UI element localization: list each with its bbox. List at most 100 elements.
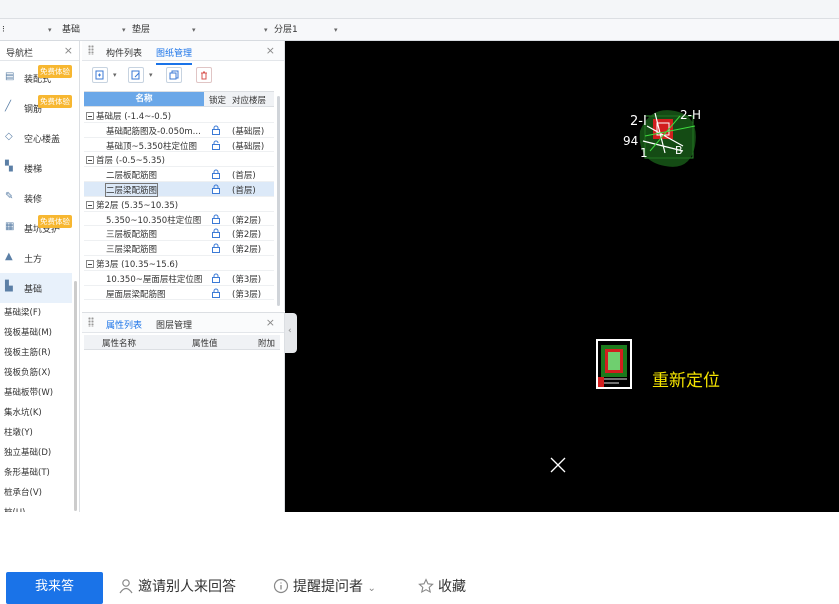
drawing-floor: (基础层) [232, 141, 265, 152]
lock-icon[interactable] [211, 184, 221, 194]
lock-icon[interactable] [211, 169, 221, 180]
nav-sub-item[interactable]: 桩承台(V) [0, 483, 80, 503]
sidebar-item-label: 楼梯 [24, 165, 43, 175]
tab-property-list[interactable]: 属性列表 [106, 318, 143, 337]
close-icon[interactable]: × [64, 44, 73, 57]
sidebar-item-label: 土方 [24, 255, 43, 265]
close-icon[interactable]: × [266, 316, 275, 329]
sidebar-item-3[interactable]: ▚ 楼梯 [0, 153, 72, 183]
drawing-name: 基础顶~5.350柱定位图 [106, 141, 197, 152]
collapse-icon[interactable] [86, 156, 94, 165]
nav-sub-item[interactable]: 集水坑(K) [0, 403, 80, 423]
nav-title: 导航栏 [6, 49, 34, 59]
sidebar-item-5[interactable]: ▦ 基坑支护 免费体验 [0, 213, 72, 243]
close-icon[interactable]: × [266, 44, 275, 57]
nav-sub-item[interactable]: 桩(U) [0, 503, 80, 512]
remind-asker-button[interactable]: 提醒提问者 ⌄ [273, 576, 376, 596]
drawing-floor: (第2层) [232, 215, 262, 226]
drawing-canvas[interactable]: 2-I 94 1 2-H B [285, 41, 839, 512]
grip-icon[interactable] [88, 45, 94, 55]
panel-scrollbar[interactable] [277, 96, 280, 306]
collapse-icon[interactable] [86, 112, 94, 120]
drawing-row[interactable]: 10.350~屋面层柱定位图 (第3层) [84, 271, 274, 286]
invite-answer-button[interactable]: 邀请别人来回答 [118, 576, 236, 596]
col-lock: 锁定 [209, 96, 227, 106]
property-panel: 属性列表 图层管理 × 属性名称 属性值 附加 [82, 312, 285, 512]
panel-collapse-handle[interactable]: ‹ [285, 313, 297, 353]
drawing-floor: (第2层) [232, 230, 262, 241]
sidebar-item-6[interactable]: ▲ 土方 [0, 243, 72, 273]
floor-select-category[interactable]: ▾ 基础 [48, 23, 128, 37]
nav-sub-item[interactable]: 基础梁(F) [0, 303, 80, 323]
star-icon [418, 578, 434, 594]
floor-group-title: 第2层 (5.35~10.35) [96, 200, 179, 211]
sidebar-item-label: 基础 [24, 285, 43, 295]
floor-select-category-value: 基础 [62, 25, 81, 35]
drawing-name: 屋面层梁配筋图 [106, 289, 166, 300]
floor-group-row[interactable]: 基础层 (-1.4~-0.5) [84, 108, 274, 123]
nav-sub-item[interactable]: 筏板负筋(X) [0, 363, 80, 383]
tab-drawing-management[interactable]: 图纸管理 [156, 46, 193, 65]
floor-group-row[interactable]: 首层 (-0.5~5.35) [84, 152, 274, 168]
delete-icon[interactable] [196, 67, 212, 83]
answer-button[interactable]: 我来答 [6, 572, 103, 604]
nav-item-icon: ▦ [5, 221, 15, 232]
drawing-row[interactable]: 5.350~10.350柱定位图 (第2层) [84, 212, 274, 227]
drawing-row[interactable]: 二层板配筋图 (首层) [84, 167, 274, 182]
sidebar-item-4[interactable]: ✎ 装修 [0, 183, 72, 213]
tab-component-list[interactable]: 构件列表 [106, 46, 142, 59]
col-property-extra: 附加 [258, 339, 276, 349]
nav-scrollbar[interactable] [74, 281, 77, 511]
chevron-down-icon[interactable]: ▾ [113, 71, 117, 79]
sidebar-item-2[interactable]: ◇ 空心楼盖 [0, 123, 72, 153]
free-trial-badge: 免费体验 [38, 215, 72, 228]
nav-header: 导航栏 × [0, 41, 79, 61]
floor-group-row[interactable]: 第2层 (5.35~10.35) [84, 197, 274, 212]
chevron-down-icon[interactable]: ▾ [149, 71, 153, 79]
drawing-row[interactable]: 基础配筋图及-0.050m... (基础层) [84, 123, 274, 138]
tab-layer-management[interactable]: 图层管理 [156, 318, 192, 331]
floor-select-layer[interactable]: ▾ 分层1 ▾ [264, 23, 344, 37]
nav-sub-item[interactable]: 柱墩(Y) [0, 423, 80, 443]
lock-icon[interactable] [211, 125, 221, 135]
nav-sub-list: 基础梁(F) 筏板基础(M) 筏板主筋(R) 筏板负筋(X) 基础板带(W) 集水坑(K)… [0, 303, 80, 512]
nav-sub-item[interactable]: 条形基础(T) [0, 463, 80, 483]
drawing-row[interactable]: 基础顶~5.350柱定位图 (基础层) [84, 138, 274, 153]
drawing-row[interactable]: 三层板配筋图 (第2层) [84, 226, 274, 242]
collapse-icon[interactable] [86, 259, 94, 268]
add-drawing-icon[interactable] [92, 67, 108, 83]
close-icon[interactable] [549, 456, 567, 474]
sidebar-item-0[interactable]: ▤ 装配式 免费体验 [0, 63, 72, 93]
lock-icon[interactable] [211, 288, 221, 298]
nav-sub-item[interactable]: 独立基础(D) [0, 443, 80, 463]
drawing-name: 二层板配筋图 [106, 171, 158, 182]
lock-icon[interactable] [211, 228, 221, 239]
lock-icon[interactable] [211, 273, 221, 283]
nav-item-icon: ▤ [5, 71, 15, 82]
lock-icon[interactable] [211, 214, 221, 224]
drawing-panel: 构件列表 图纸管理 × ▾ ▾ 名称 锁定 对应楼层 基础层 (-1.4~-0.… [82, 41, 285, 311]
edit-drawing-icon[interactable] [128, 67, 144, 83]
floor-group-row[interactable]: 第3层 (10.35~15.6) [84, 256, 274, 271]
drawing-row[interactable]: 二层梁配筋图 (首层) [84, 181, 274, 197]
collapse-icon[interactable] [86, 200, 94, 209]
floor-select-component[interactable]: ▾ 垫层 ▾ [122, 23, 202, 37]
cad-drawing-thumbnail[interactable] [596, 339, 632, 389]
drawing-row[interactable]: 屋面层梁配筋图 (第3层) [84, 286, 274, 301]
collect-button[interactable]: 收藏 [418, 576, 466, 596]
drawing-name: 三层梁配筋图 [106, 245, 158, 256]
sidebar-item-7[interactable]: ▙ 基础 [0, 273, 72, 303]
nav-sub-item[interactable]: 基础板带(W) [0, 383, 80, 403]
nav-sub-item[interactable]: 筏板基础(M) [0, 323, 80, 343]
lock-icon[interactable] [211, 243, 221, 254]
unlock-icon[interactable] [211, 140, 221, 150]
grip-icon[interactable] [88, 317, 94, 327]
copy-drawing-icon[interactable] [166, 67, 182, 83]
drawing-floor: (首层) [232, 171, 256, 182]
drawing-row[interactable]: 三层梁配筋图 (第2层) [84, 241, 274, 256]
cad-drawing-cluster-upper[interactable]: 2-I 94 1 2-H B [623, 108, 701, 167]
sidebar-item-1[interactable]: ╱ 钢筋 免费体验 [0, 93, 72, 123]
drawing-panel-tabs: 构件列表 图纸管理 × [82, 41, 284, 65]
sidebar-item-label: 空心楼盖 [24, 135, 61, 145]
nav-sub-item[interactable]: 筏板主筋(R) [0, 343, 80, 363]
